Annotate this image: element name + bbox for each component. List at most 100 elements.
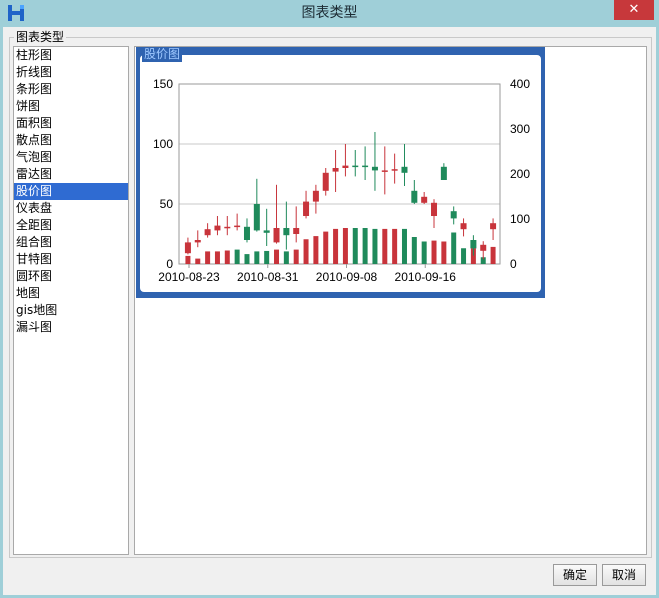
volume-bar (411, 237, 417, 264)
volume-bar (185, 255, 191, 264)
volume-bar (392, 228, 398, 264)
candle-body (303, 201, 310, 216)
volume-bar (264, 250, 270, 264)
chart-type-item[interactable]: 组合图 (14, 234, 128, 251)
x-tick-label: 2010-08-23 (158, 270, 220, 284)
chart-type-item[interactable]: 雷达图 (14, 166, 128, 183)
chart-type-item[interactable]: 圆环图 (14, 268, 128, 285)
chart-type-item[interactable]: 饼图 (14, 98, 128, 115)
chart-type-item[interactable]: 散点图 (14, 132, 128, 149)
candle-body (450, 211, 457, 219)
y-left-tick-label: 100 (153, 137, 173, 151)
cancel-button[interactable]: 取消 (602, 564, 646, 586)
candle-body (352, 165, 359, 168)
ok-button[interactable]: 确定 (553, 564, 597, 586)
chart-type-item[interactable]: gis地图 (14, 302, 128, 319)
group-label: 图表类型 (14, 29, 67, 45)
candle-body (480, 244, 487, 251)
chart-type-item[interactable]: 甘特图 (14, 251, 128, 268)
x-tick-label: 2010-09-16 (395, 270, 457, 284)
volume-bar (244, 254, 250, 264)
candle-body (194, 240, 201, 243)
chart-preview-area: 0 50 100 150 0 100 200 300 400 2010-08-23 2010-08-… (134, 46, 647, 555)
chart-type-item[interactable]: 地图 (14, 285, 128, 302)
title-bar: 图表类型 ✕ (0, 0, 659, 27)
volume-bar (431, 240, 437, 264)
chart-type-group: 图表类型 柱形图 折线图 条形图 饼图 面积图 散点图 气泡图 雷达图 股价图 仪表盘 全距图 组合图… (9, 29, 652, 558)
volume-bar (313, 236, 319, 264)
volume-bar (461, 248, 467, 264)
thumbnail-frame: 0 50 100 150 0 100 200 300 400 2010-08-23 2010-08-… (140, 55, 541, 292)
candle-body (431, 202, 438, 216)
volume-bar (274, 249, 280, 264)
candle-body (470, 240, 477, 249)
volume-bar (372, 228, 378, 264)
candle-body (234, 225, 241, 228)
volume-bar (362, 228, 368, 264)
volume-bar (490, 246, 496, 264)
volume-bar (254, 251, 260, 264)
volume-bar (283, 251, 289, 264)
volume-bar (333, 228, 339, 264)
y-right-tick-label: 100 (510, 212, 530, 226)
volume-bar (352, 228, 358, 264)
candle-body (263, 230, 270, 233)
candle-body (401, 166, 408, 173)
candle-body (460, 223, 467, 230)
volume-bar (205, 251, 211, 264)
chart-type-item[interactable]: 仪表盘 (14, 200, 128, 217)
dialog-body: 图表类型 柱形图 折线图 条形图 饼图 面积图 散点图 气泡图 雷达图 股价图 仪表盘 全距图 组合图… (3, 27, 656, 595)
volume-bar (323, 231, 329, 264)
stock-chart: 0 50 100 150 0 100 200 300 400 2010-08-23 2010-08-… (153, 77, 530, 284)
candle-body (273, 228, 280, 243)
volume-bar (214, 251, 220, 264)
candle-body (332, 168, 339, 172)
candle-body (293, 228, 300, 234)
chart-type-list[interactable]: 柱形图 折线图 条形图 饼图 面积图 散点图 气泡图 雷达图 股价图 仪表盘 全距图 组合图 甘特图 圆环… (13, 46, 129, 555)
y-left-tick-label: 150 (153, 77, 173, 91)
candle-body (283, 228, 290, 236)
candle-body (214, 225, 221, 231)
chart-type-item[interactable]: 折线图 (14, 64, 128, 81)
volume-bar (421, 241, 427, 264)
candle-body (490, 223, 497, 230)
y-right-tick-label: 300 (510, 122, 530, 136)
chart-type-item[interactable]: 气泡图 (14, 149, 128, 166)
chart-type-item[interactable]: 全距图 (14, 217, 128, 234)
x-tick-label: 2010-09-08 (316, 270, 378, 284)
volume-bar (401, 228, 407, 264)
candle-body (362, 165, 369, 168)
candle-body (322, 172, 329, 191)
volume-bar (382, 228, 388, 264)
candle-body (204, 229, 211, 236)
y-left-tick-label: 0 (166, 257, 173, 271)
volume-bar (451, 232, 457, 264)
x-tick-label: 2010-08-31 (237, 270, 299, 284)
volume-bar (293, 249, 299, 264)
volume-bar (441, 241, 447, 264)
candle-body (224, 226, 231, 229)
chart-type-item[interactable]: 条形图 (14, 81, 128, 98)
candle-body (312, 190, 319, 202)
chart-type-item[interactable]: 面积图 (14, 115, 128, 132)
chart-type-item[interactable]: 漏斗图 (14, 319, 128, 336)
volume-bar (224, 250, 230, 264)
y-left-tick-label: 50 (160, 197, 174, 211)
volume-bar (195, 258, 201, 264)
chart-type-item[interactable]: 柱形图 (14, 47, 128, 64)
close-button[interactable]: ✕ (614, 0, 654, 20)
candle-body (371, 166, 378, 171)
candle-body (391, 169, 398, 171)
chart-thumbnail-stock[interactable]: 0 50 100 150 0 100 200 300 400 2010-08-23 2010-08-… (136, 47, 545, 298)
candle-body (381, 170, 388, 172)
candle-body (342, 165, 349, 168)
volume-bar (303, 239, 309, 264)
volume-bar (234, 249, 240, 264)
thumbnail-label: 股价图 (142, 47, 183, 62)
volume-bar (342, 228, 348, 264)
candle-body (440, 166, 447, 180)
chart-type-item[interactable]: 股价图 (14, 183, 128, 200)
candle-body (411, 190, 418, 203)
candle-body (421, 196, 428, 203)
y-right-tick-label: 200 (510, 167, 530, 181)
